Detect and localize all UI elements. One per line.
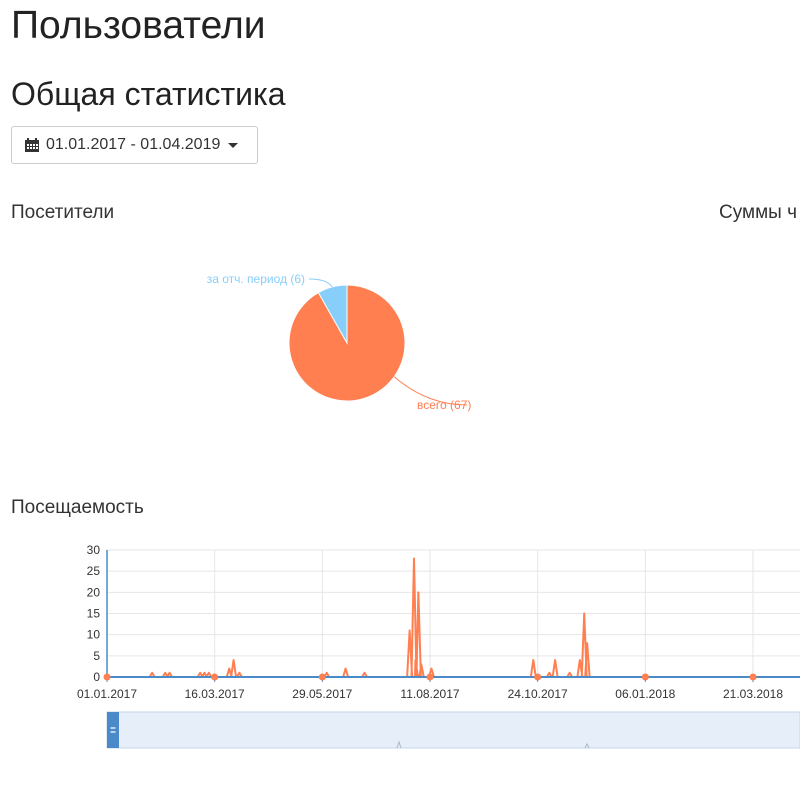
x-tick-label: 06.01.2018 [615, 687, 675, 701]
date-range-button[interactable]: 01.01.2017 - 01.04.2019 [11, 126, 258, 164]
y-tick-label: 0 [93, 670, 100, 684]
section-title: Общая статистика [11, 76, 286, 112]
zero-point-marker [426, 673, 434, 681]
y-tick-label: 25 [87, 564, 101, 578]
visitors-title: Посетители [11, 202, 115, 223]
zero-point-marker [641, 673, 649, 681]
y-tick-label: 15 [87, 607, 101, 621]
x-tick-label: 21.03.2018 [723, 687, 783, 701]
zero-point-marker [103, 673, 111, 681]
x-tick-label: 16.03.2017 [185, 687, 245, 701]
range-navigator[interactable] [106, 711, 800, 749]
sums-title: Суммы ч [719, 202, 797, 223]
attendance-title: Посещаемость [11, 497, 144, 518]
attendance-line-chart: 0 5 10 15 20 25 30 01.01.2017 16.03.2017 29.05.20… [77, 543, 800, 749]
x-tick-label: 01.01.2017 [77, 687, 137, 701]
pie-label-total: всего (67) [417, 398, 471, 412]
zero-point-marker [749, 673, 757, 681]
chevron-down-icon [228, 142, 239, 148]
navigator-handle-left[interactable] [107, 712, 119, 748]
y-tick-label: 30 [87, 543, 101, 557]
zero-point-marker [318, 673, 326, 681]
attendance-series-line [107, 557, 797, 678]
pie-label-line-period [308, 278, 333, 288]
y-tick-label: 20 [87, 585, 101, 599]
y-tick-label: 5 [93, 649, 100, 663]
y-tick-label: 10 [87, 628, 101, 642]
pie-label-period: за отч. период (6) [207, 272, 305, 286]
page-title: Пользователи [11, 4, 266, 47]
date-range-label: 01.01.2017 - 01.04.2019 [46, 136, 221, 153]
zero-point-marker [211, 673, 219, 681]
zero-point-marker [534, 673, 542, 681]
visitors-pie-chart: всего (67) за отч. период (6) [207, 272, 472, 412]
x-tick-label: 29.05.2017 [292, 687, 352, 701]
x-tick-label: 24.10.2017 [508, 687, 568, 701]
calendar-icon [24, 137, 40, 153]
x-tick-label: 11.08.2017 [400, 687, 459, 701]
